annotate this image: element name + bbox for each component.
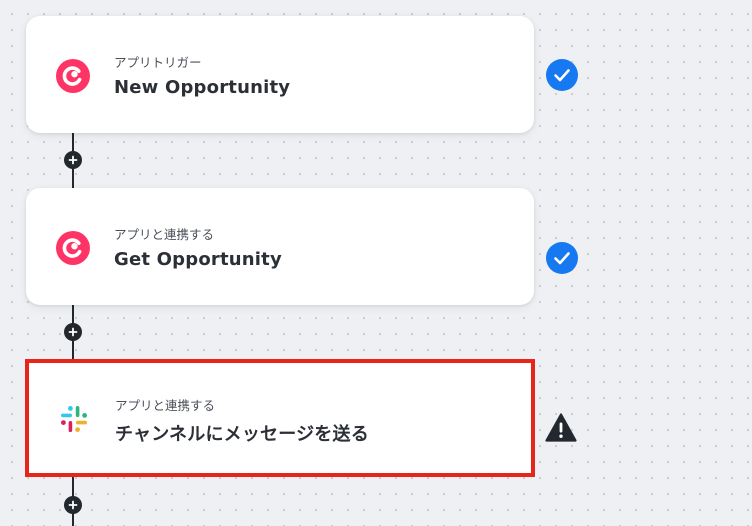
step-title: New Opportunity — [114, 77, 291, 98]
slack-logo-icon — [61, 406, 87, 432]
check-circle-icon — [546, 59, 578, 91]
step-type-label: アプリトリガー — [114, 55, 202, 70]
plus-icon — [68, 155, 78, 165]
add-step-button[interactable] — [64, 323, 82, 341]
check-circle-icon — [546, 242, 578, 274]
add-step-button[interactable] — [64, 496, 82, 514]
step-type-label: アプリと連携する — [114, 227, 215, 242]
warning-triangle-icon — [545, 413, 577, 442]
step-type-label: アプリと連携する — [115, 398, 216, 413]
copper-logo-icon — [56, 231, 90, 265]
flow-step-card-get-opportunity[interactable]: アプリと連携する Get Opportunity — [26, 188, 534, 305]
step-title: Get Opportunity — [114, 249, 282, 270]
step-title: チャンネルにメッセージを送る — [115, 424, 369, 445]
copper-logo-icon — [56, 59, 90, 93]
step-completed-badge — [545, 241, 579, 275]
flow-step-card-slack-send-message[interactable]: アプリと連携する チャンネルにメッセージを送る — [25, 359, 535, 477]
step-completed-badge — [545, 58, 579, 92]
plus-icon — [68, 327, 78, 337]
add-step-button[interactable] — [64, 151, 82, 169]
step-warning-badge[interactable] — [544, 411, 578, 445]
plus-icon — [68, 500, 78, 510]
flow-step-card-trigger[interactable]: アプリトリガー New Opportunity — [26, 16, 534, 133]
